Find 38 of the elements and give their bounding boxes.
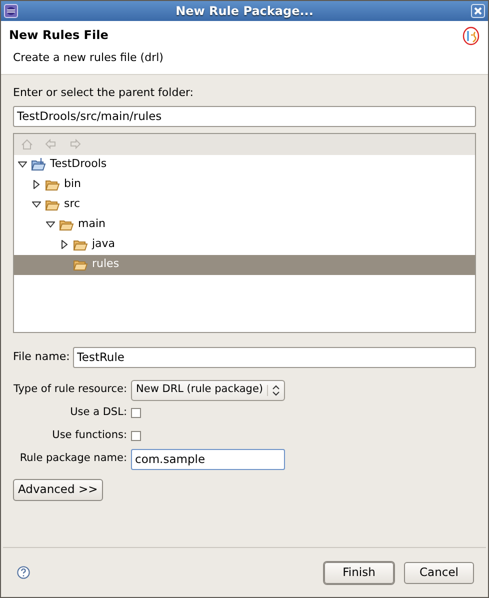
folder-icon (73, 258, 88, 270)
option-label: Rule package name: (18, 451, 127, 466)
folder-label: Enter or select the parent folder: (13, 85, 194, 101)
package-name-field[interactable]: com.sample (131, 448, 285, 470)
file-name-field[interactable]: TestRule (72, 346, 476, 368)
collapse-triangle-icon[interactable] (18, 160, 27, 169)
tree-item[interactable]: main (14, 214, 475, 234)
wizard-icon (462, 26, 480, 48)
window-title: New Rule Package... (174, 3, 314, 20)
expand-triangle-icon[interactable] (32, 180, 41, 189)
folder-icon (59, 218, 74, 230)
collapse-triangle-icon[interactable] (32, 200, 41, 209)
dialog-button[interactable]: Cancel (404, 562, 474, 584)
option-label: Use functions: (51, 428, 127, 444)
tree-item[interactable]: TestDrools (14, 154, 475, 174)
rule-type-select[interactable]: New DRL (rule package) (131, 380, 285, 400)
tree-item[interactable]: java (14, 234, 475, 254)
tree-item[interactable]: src (14, 194, 475, 214)
option-label: Use a DSL: (69, 405, 127, 420)
tree-item[interactable]: bin (14, 174, 475, 194)
folder-icon (73, 238, 88, 250)
advanced-button[interactable]: Advanced >> (13, 478, 103, 500)
folder-field[interactable]: TestDrools/src/main/rules (13, 106, 476, 126)
close-icon[interactable] (471, 4, 485, 18)
folder-icon (45, 198, 60, 210)
app-icon (4, 4, 18, 18)
file-name-label: File name: (13, 348, 70, 365)
dialog-button[interactable]: Finish (324, 562, 394, 584)
expand-triangle-icon[interactable] (60, 240, 69, 249)
help-icon[interactable] (17, 566, 30, 579)
wizard-description: Create a new rules file (drl) (13, 50, 164, 66)
checkbox[interactable] (131, 408, 141, 418)
folder-icon (45, 178, 60, 190)
option-label: Type of rule resource: (13, 382, 127, 398)
checkbox[interactable] (131, 431, 141, 441)
wizard-title: New Rules File (9, 27, 110, 44)
collapse-triangle-icon[interactable] (46, 220, 55, 229)
project-folder-icon (31, 158, 46, 171)
